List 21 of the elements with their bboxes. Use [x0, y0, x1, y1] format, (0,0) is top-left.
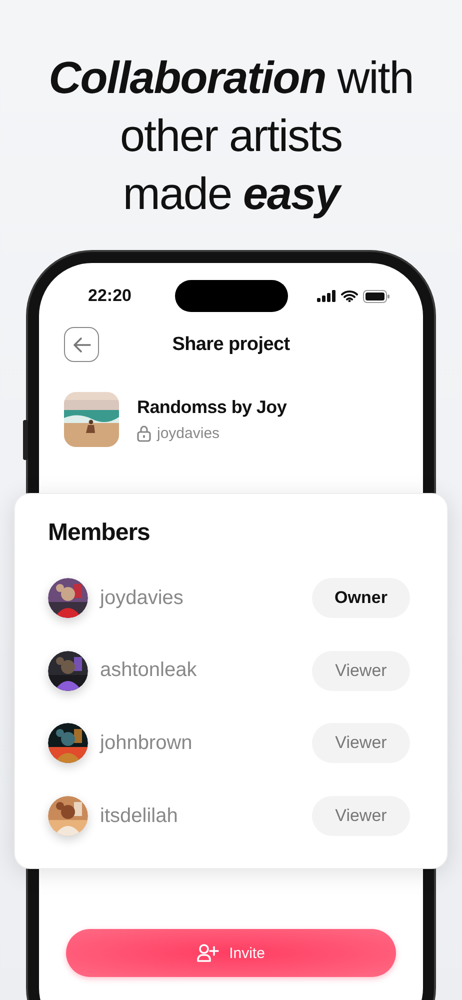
wifi-icon [341, 290, 358, 302]
screen-title: Share project [172, 334, 290, 356]
role-button[interactable]: Viewer [312, 650, 410, 691]
role-button[interactable]: Owner [312, 578, 410, 618]
member-username: joydavies [100, 586, 184, 610]
member-username: ashtonleak [100, 659, 198, 682]
add-user-icon [197, 944, 220, 962]
member-username: itsdelilah [100, 804, 179, 828]
headline: Collaboration with other artists made easy [48, 51, 414, 221]
back-arrow-icon [72, 336, 90, 352]
project-owner: joydavies [157, 425, 220, 442]
role-button[interactable]: Viewer [312, 796, 410, 836]
battery-icon [363, 290, 390, 302]
members-heading: Members [48, 518, 151, 548]
role-button[interactable]: Viewer [312, 723, 410, 764]
status-time: 22:20 [88, 286, 132, 306]
project-title: Randomss by Joy [137, 397, 287, 418]
member-username: johnbrown [100, 732, 194, 755]
signal-icon [317, 290, 336, 302]
invite-button[interactable]: Invite [66, 929, 396, 978]
back-button[interactable] [64, 327, 99, 362]
